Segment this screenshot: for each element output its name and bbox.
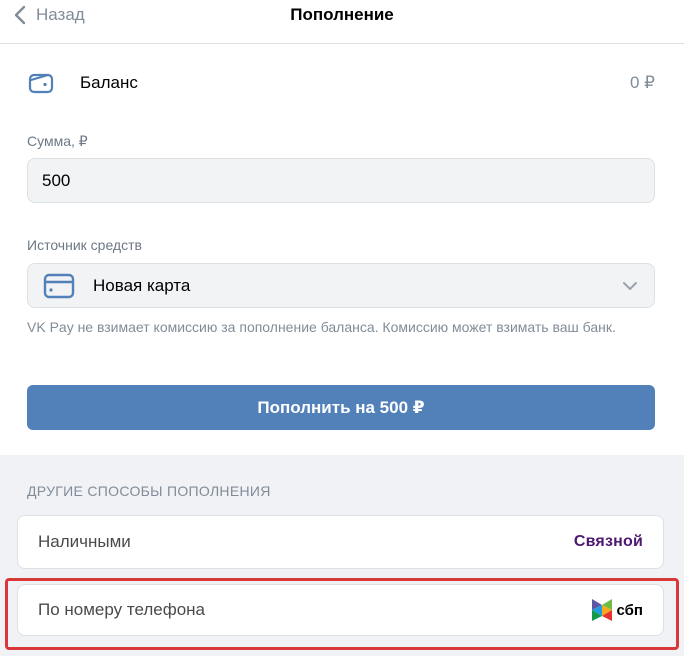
header: Назад Пополнение — [0, 0, 684, 44]
source-selected-value: Новая карта — [93, 275, 191, 295]
amount-input[interactable] — [27, 158, 655, 203]
sbp-logo: сбп — [590, 597, 643, 623]
method-label: Наличными — [38, 532, 131, 551]
balance-value: 0 ₽ — [630, 73, 655, 92]
wallet-icon — [27, 69, 55, 97]
topup-submit-button[interactable]: Пополнить на 500 ₽ — [27, 385, 655, 430]
sbp-logo-text: сбп — [616, 601, 643, 619]
other-methods-section: ДРУГИЕ СПОСОБЫ ПОПОЛНЕНИЯ Наличными Связ… — [0, 455, 684, 656]
other-methods-header: ДРУГИЕ СПОСОБЫ ПОПОЛНЕНИЯ — [27, 483, 271, 499]
svyaznoy-logo: Связной — [573, 533, 643, 550]
amount-label: Сумма, ₽ — [27, 133, 88, 149]
chevron-down-icon — [620, 276, 640, 296]
method-cash[interactable]: Наличными Связной — [17, 515, 664, 569]
page-title: Пополнение — [290, 5, 394, 24]
credit-card-icon — [42, 272, 76, 300]
funding-source-select[interactable]: Новая карта — [27, 263, 655, 308]
topup-page: Назад Пополнение Баланс 0 ₽ Сумма, ₽ Ист… — [0, 0, 684, 656]
source-label: Источник средств — [27, 237, 142, 253]
balance-label: Баланс — [80, 73, 138, 92]
method-label: По номеру телефона — [38, 600, 206, 619]
commission-hint: VK Pay не взимает комиссию за пополнение… — [27, 319, 616, 335]
balance-row: Баланс 0 ₽ — [27, 68, 655, 98]
sbp-logo-icon — [591, 599, 612, 621]
method-phone[interactable]: По номеру телефона сбп — [17, 584, 664, 636]
